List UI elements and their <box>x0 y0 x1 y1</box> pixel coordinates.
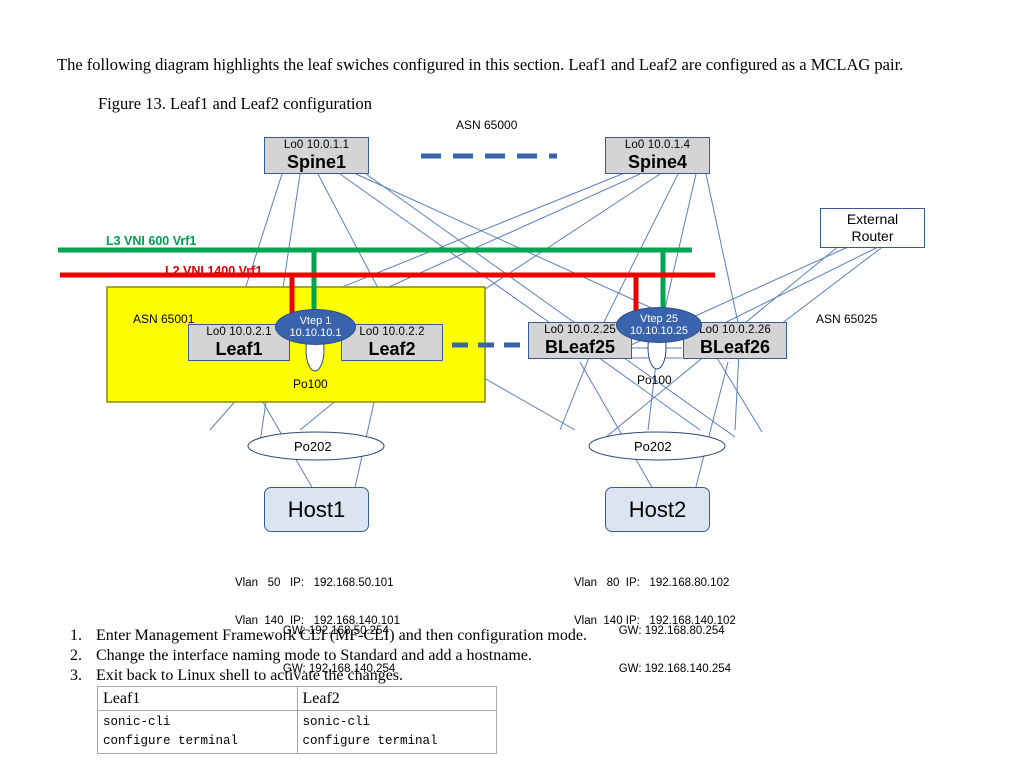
table-header-leaf1: Leaf1 <box>97 686 298 711</box>
table-row: sonic-cli configure terminal sonic-cli c… <box>97 710 497 754</box>
leaf1-name: Leaf1 <box>215 339 263 359</box>
step-3-text: Exit back to Linux shell to activate the… <box>96 667 404 684</box>
step-item: 1. Enter Management Framework CLI (MF-CL… <box>70 626 770 646</box>
external-router-line2: Router <box>851 228 894 244</box>
asn-spine-label: ASN 65000 <box>456 118 518 132</box>
intro-paragraph: The following diagram highlights the lea… <box>57 54 904 74</box>
vtep25-ip: 10.10.10.25 <box>629 325 689 337</box>
figure-caption: Figure 13. Leaf1 and Leaf2 configuration <box>98 94 372 113</box>
vtep1-name: Vtep 1 <box>299 314 332 327</box>
leaf1-loopback: Lo0 10.0.2.1 <box>206 326 272 338</box>
asn-leaf-pod-label: ASN 65001 <box>133 312 195 326</box>
step-3-number: 3. <box>70 667 82 684</box>
spine4-name: Spine4 <box>627 152 688 172</box>
vtep1-ip: 10.10.10.1 <box>289 327 342 339</box>
bleaf25-loopback: Lo0 10.0.2.25 <box>544 324 616 336</box>
bleaf25-name: BLeaf25 <box>544 337 616 357</box>
table-cell-leaf1-commands: sonic-cli configure terminal <box>97 710 298 754</box>
external-router-line1: External <box>846 211 899 227</box>
table-header-leaf2: Leaf2 <box>296 686 497 711</box>
steps-list: 1. Enter Management Framework CLI (MF-CL… <box>70 626 770 686</box>
page-root: The following diagram highlights the lea… <box>0 0 1024 768</box>
l3-vni-label: L3 VNI 600 Vrf1 <box>106 234 197 248</box>
host1-name: Host1 <box>287 496 346 522</box>
leaf2-loopback: Lo0 10.0.2.2 <box>359 326 425 338</box>
step-item: 3. Exit back to Linux shell to activate … <box>70 666 770 686</box>
node-host1[interactable]: Host1 <box>264 487 369 532</box>
vtep25-name: Vtep 25 <box>640 312 678 325</box>
step-1-number: 1. <box>70 627 82 644</box>
node-leaf2[interactable]: Lo0 10.0.2.2 Leaf2 <box>341 324 443 361</box>
config-table: Leaf1 Leaf2 sonic-cli configure terminal… <box>97 686 497 754</box>
bleaf26-loopback: Lo0 10.0.2.26 <box>699 324 771 336</box>
po202-label-left: Po202 <box>294 439 332 454</box>
po100-label-right: Po100 <box>637 373 672 387</box>
host2-name: Host2 <box>628 496 687 522</box>
node-host2[interactable]: Host2 <box>605 487 710 532</box>
l2-vni-label: L2 VNI 1400 Vrf1 <box>165 264 263 278</box>
vtep-25[interactable]: Vtep 25 10.10.10.25 <box>616 307 702 343</box>
po100-label-left: Po100 <box>293 377 328 391</box>
table-cell-leaf2-commands: sonic-cli configure terminal <box>296 710 497 754</box>
step-2-text: Change the interface naming mode to Stan… <box>96 647 532 664</box>
node-spine1[interactable]: Lo0 10.0.1.1 Spine1 <box>264 137 369 174</box>
diagram-links-layer <box>58 153 886 511</box>
po202-label-right: Po202 <box>634 439 672 454</box>
spine1-name: Spine1 <box>286 152 347 172</box>
bleaf26-name: BLeaf26 <box>699 337 771 357</box>
leaf2-name: Leaf2 <box>368 339 416 359</box>
node-external-router[interactable]: External Router <box>820 208 925 248</box>
spine4-loopback: Lo0 10.0.1.4 <box>624 139 691 151</box>
table-header-row: Leaf1 Leaf2 <box>97 686 497 711</box>
vtep-1[interactable]: Vtep 1 10.10.10.1 <box>275 309 356 345</box>
spine1-loopback: Lo0 10.0.1.1 <box>283 139 350 151</box>
asn-bleaf-pod-label: ASN 65025 <box>816 312 878 326</box>
node-spine4[interactable]: Lo0 10.0.1.4 Spine4 <box>605 137 710 174</box>
step-1-text: Enter Management Framework CLI (MF-CLI) … <box>96 627 587 644</box>
step-2-number: 2. <box>70 647 82 664</box>
step-item: 2. Change the interface naming mode to S… <box>70 646 770 666</box>
network-diagram: ASN 65000 ASN 65001 ASN 65025 L3 VNI 600… <box>0 112 1024 675</box>
